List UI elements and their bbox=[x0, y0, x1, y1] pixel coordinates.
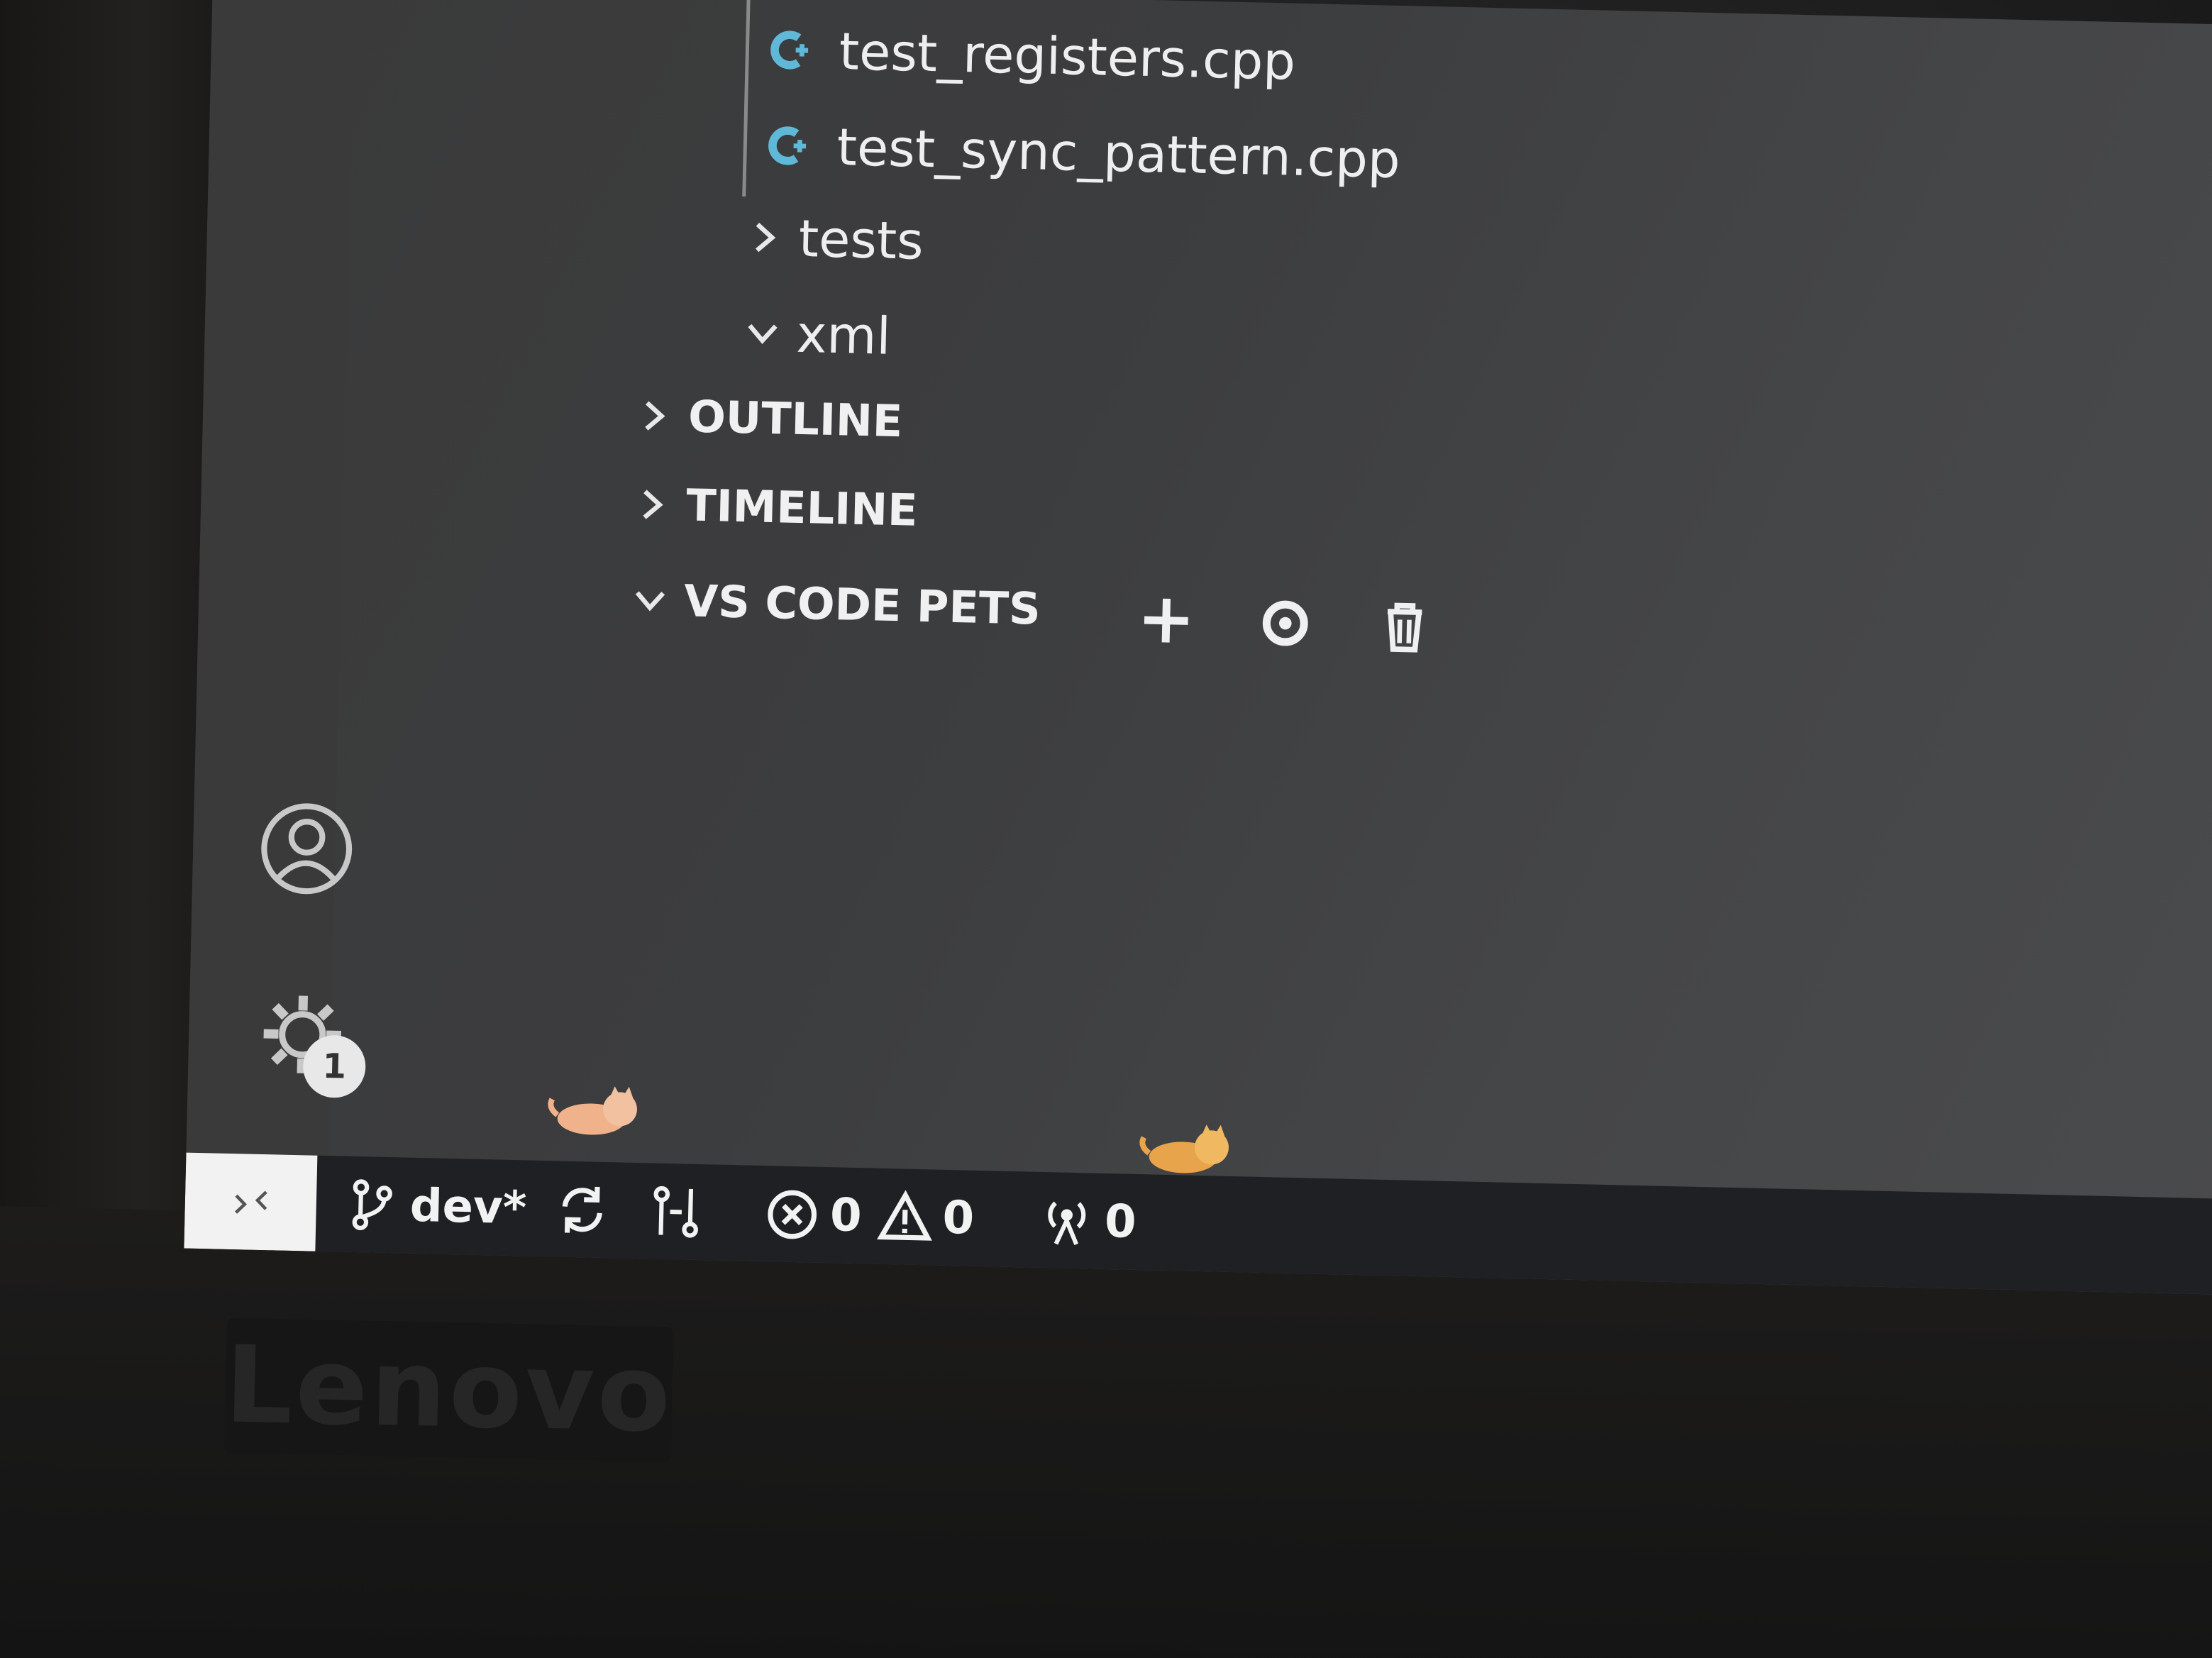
file-name: test_registers.cpp bbox=[838, 21, 1297, 92]
branch-name: dev* bbox=[409, 1179, 528, 1234]
section-outline[interactable]: OUTLINE bbox=[635, 389, 904, 448]
folder-name: tests bbox=[797, 208, 924, 271]
sync-status[interactable] bbox=[553, 1180, 621, 1239]
broadcast-icon bbox=[1048, 1201, 1086, 1245]
cat-pet-icon[interactable] bbox=[541, 1079, 649, 1142]
explorer-sidebar: test_registers.cpp test_sync_pattern.cpp… bbox=[328, 0, 2212, 1199]
screen: 1 test_registers.cpp test_sync_pattern.c… bbox=[184, 0, 2212, 1295]
remote-icon bbox=[234, 1190, 267, 1214]
chevron-down-icon bbox=[748, 324, 778, 345]
git-branch-icon bbox=[352, 1178, 392, 1230]
sync-icon bbox=[563, 1186, 603, 1233]
ports-count: 0 bbox=[1104, 1195, 1137, 1249]
cat-pet-icon[interactable] bbox=[1133, 1117, 1241, 1180]
chevron-right-icon bbox=[643, 489, 663, 519]
indent-guide bbox=[742, 0, 751, 197]
problems-status[interactable]: 0 0 bbox=[763, 1185, 975, 1248]
trash-icon[interactable] bbox=[1373, 594, 1437, 658]
ports-status[interactable]: 0 bbox=[1037, 1190, 1137, 1251]
section-label: OUTLINE bbox=[687, 390, 904, 448]
branch-status[interactable]: dev* bbox=[343, 1175, 527, 1237]
chevron-down-icon bbox=[635, 590, 665, 612]
section-label: TIMELINE bbox=[685, 479, 919, 536]
section-vscode-pets[interactable]: VS CODE PETS bbox=[631, 574, 1041, 635]
circle-dot-icon[interactable] bbox=[1254, 592, 1317, 656]
error-icon bbox=[768, 1190, 817, 1239]
section-label: VS CODE PETS bbox=[683, 575, 1041, 635]
source-control-status[interactable] bbox=[646, 1182, 714, 1242]
warning-count: 0 bbox=[941, 1191, 975, 1245]
add-icon[interactable] bbox=[1134, 589, 1198, 653]
activity-bar: 1 bbox=[186, 0, 367, 1156]
file-name: test_sync_pattern.cpp bbox=[836, 117, 1401, 190]
pets-actions bbox=[1134, 589, 1437, 658]
warning-icon bbox=[876, 1189, 932, 1241]
error-count: 0 bbox=[829, 1188, 863, 1242]
folder-xml[interactable]: xml bbox=[743, 303, 892, 366]
file-test-registers[interactable]: test_registers.cpp bbox=[768, 20, 1296, 92]
file-test-sync-pattern[interactable]: test_sync_pattern.cpp bbox=[765, 116, 1401, 189]
photo-frame: Lenovo 1 test_registers.cpp test_sync_pa… bbox=[0, 0, 2212, 1658]
section-timeline[interactable]: TIMELINE bbox=[634, 478, 919, 536]
folder-tests[interactable]: tests bbox=[746, 207, 924, 271]
brand-logo: Lenovo bbox=[223, 1317, 675, 1462]
chevron-right-icon bbox=[756, 222, 776, 253]
remote-button[interactable] bbox=[184, 1152, 318, 1251]
cpp-file-icon bbox=[768, 126, 807, 165]
chevron-right-icon bbox=[645, 400, 665, 431]
source-control-icon bbox=[653, 1186, 699, 1238]
cpp-file-icon bbox=[770, 31, 809, 70]
folder-name: xml bbox=[795, 304, 892, 366]
